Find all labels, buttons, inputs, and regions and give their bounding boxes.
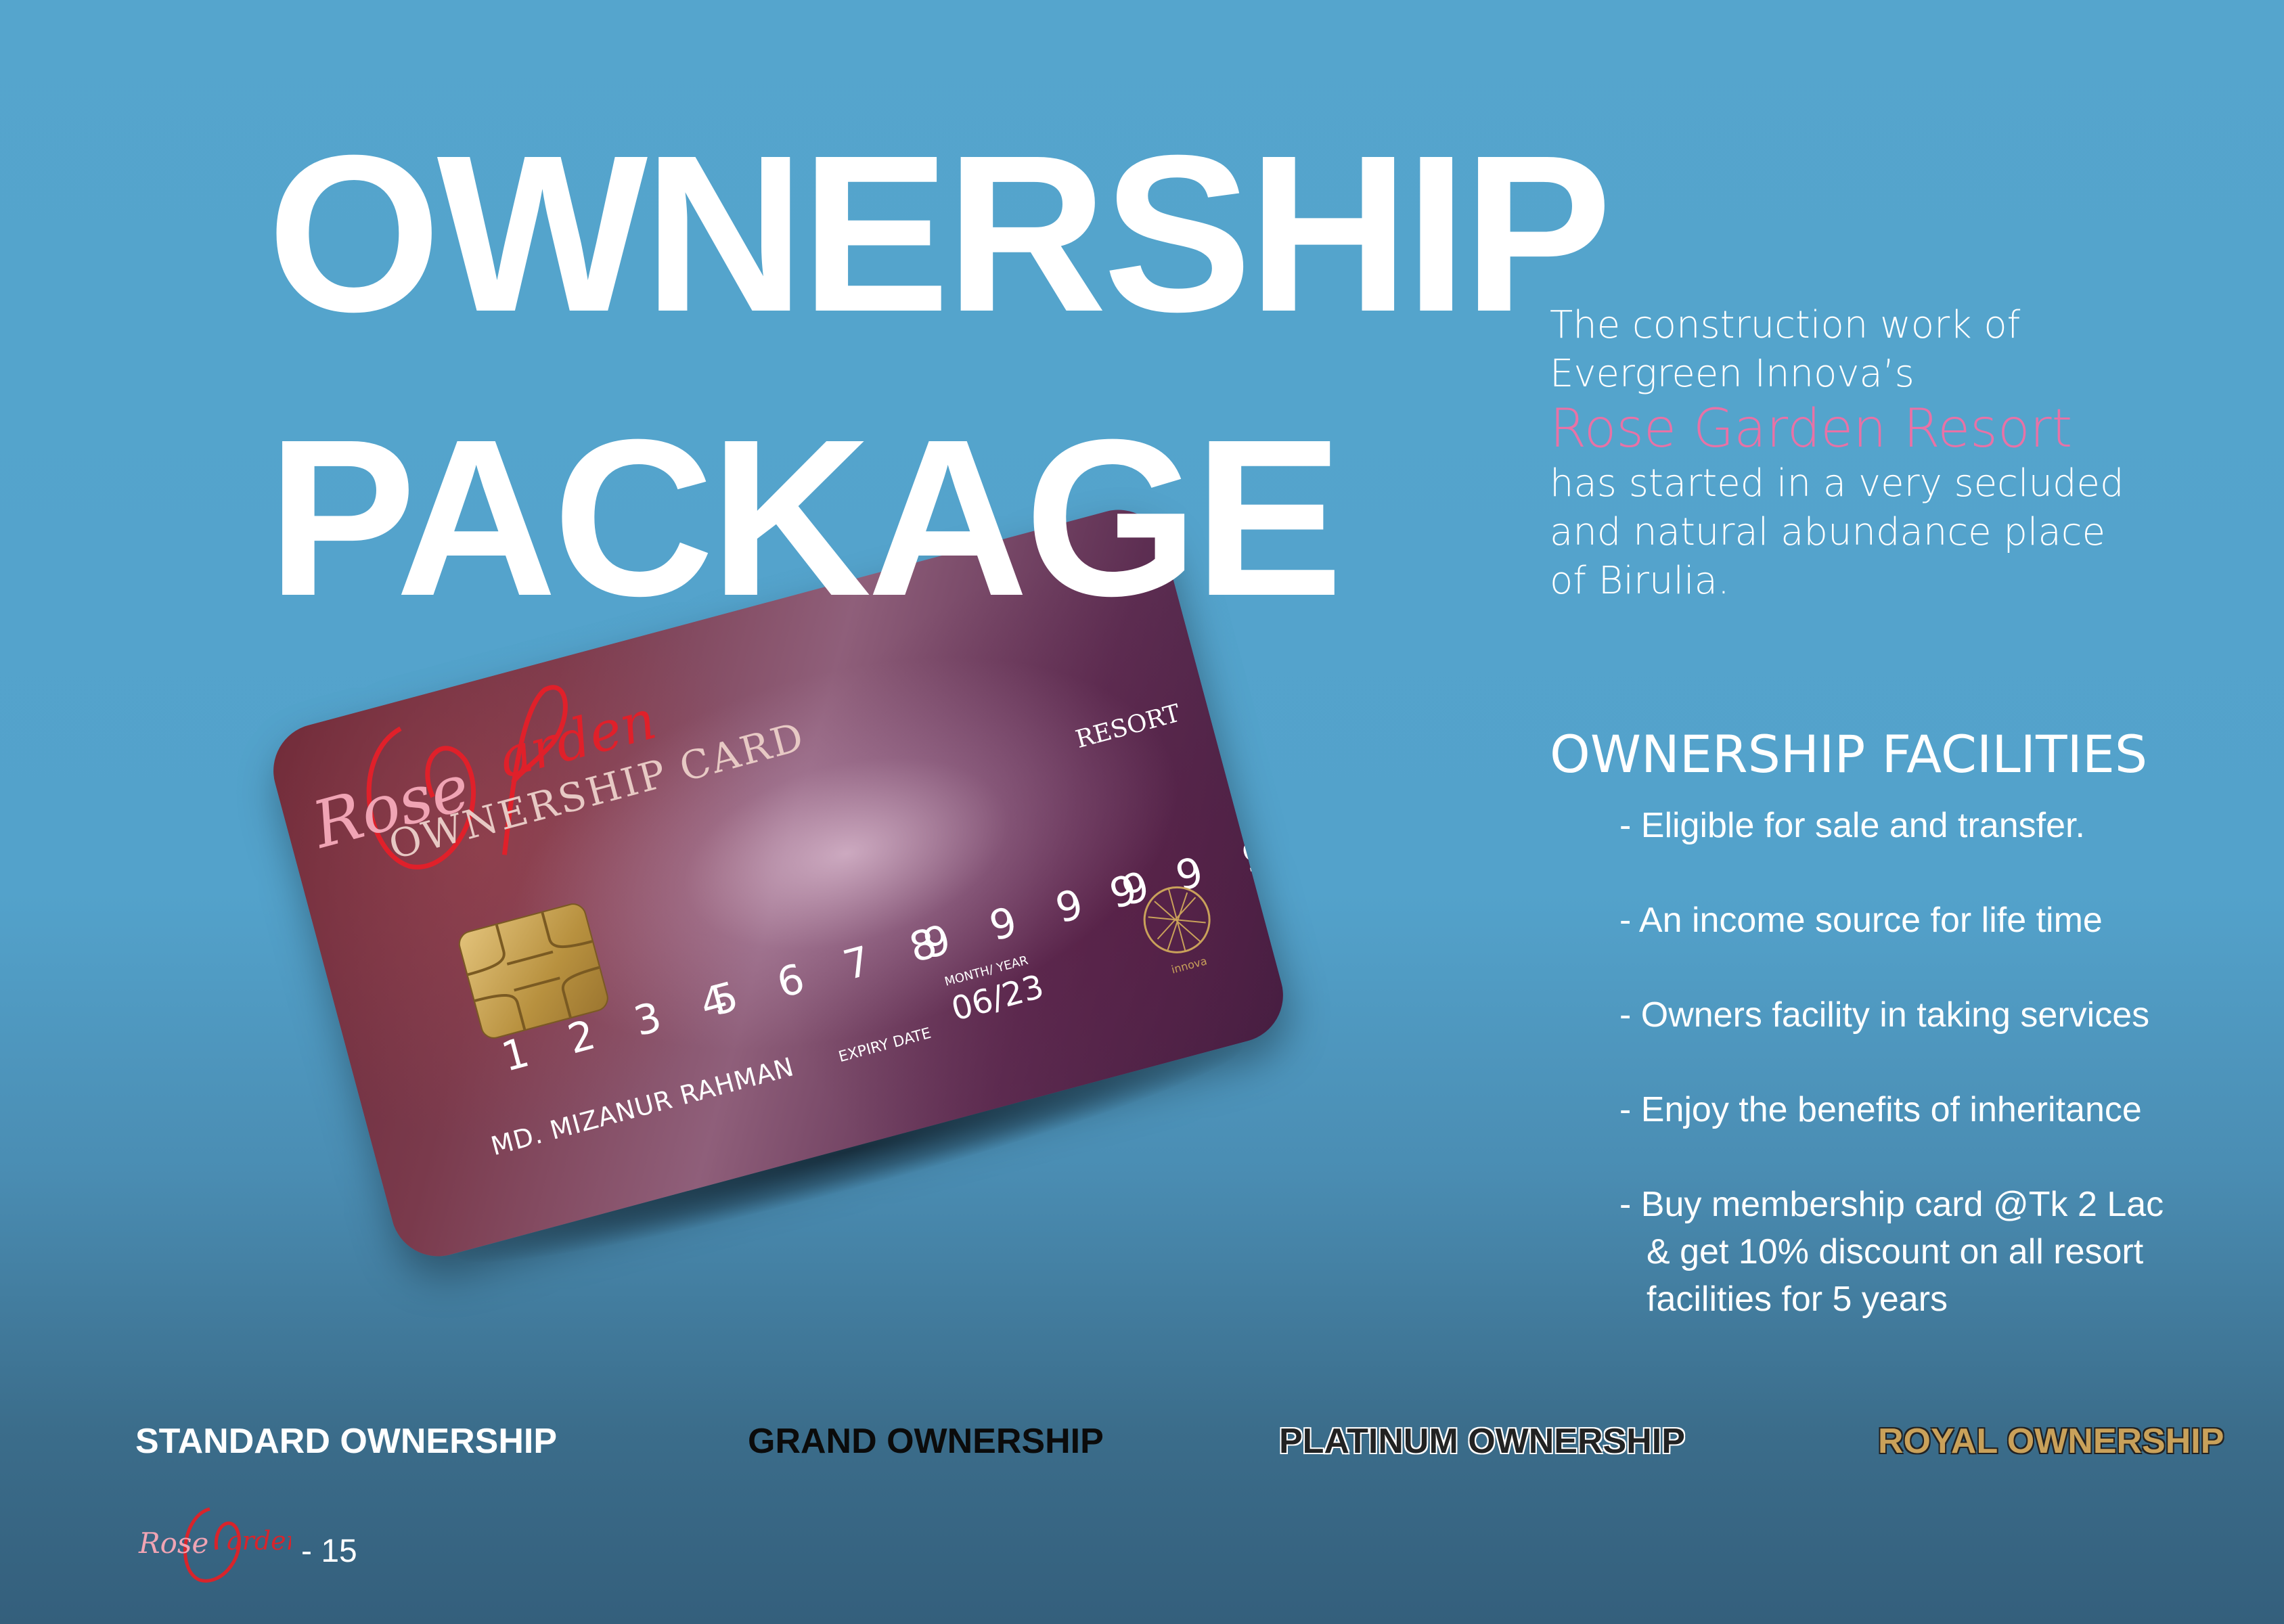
facility-item-line-1: - Buy membership card @Tk 2 Lac xyxy=(1619,1185,2164,1224)
tier-platinum: PLATINUM OWNERSHIP xyxy=(1279,1422,1685,1461)
intro-paragraph: The construction work of Evergreen Innov… xyxy=(1550,301,2226,606)
facility-item-line-3: facilities for 5 years xyxy=(1647,1280,1948,1319)
facilities-title: OWNERSHIP FACILITIES xyxy=(1550,724,2148,784)
intro-highlight: Rose Garden Resort xyxy=(1550,399,2073,459)
page-number: - 15 xyxy=(301,1533,357,1569)
tier-standard: STANDARD OWNERSHIP xyxy=(135,1422,558,1461)
facility-item-line-2: & get 10% discount on all resort xyxy=(1647,1232,2144,1271)
facility-item-membership: - Buy membership card @Tk 2 Lac & get 10… xyxy=(1619,1181,2164,1323)
intro-line-2: Evergreen Innova’s xyxy=(1550,352,1914,396)
footer-logo-garden: arden xyxy=(227,1526,291,1556)
intro-line-1: The construction work of xyxy=(1550,303,2021,347)
facility-item: - Enjoy the benefits of inheritance xyxy=(1619,1090,2142,1129)
page-title-line-1: OWNERSHIP xyxy=(267,108,1612,358)
tier-royal: ROYAL OWNERSHIP xyxy=(1878,1422,2224,1461)
intro-line-3: has started in a very secluded xyxy=(1550,461,2124,505)
footer-logo-rose: Rose xyxy=(138,1527,208,1560)
footer-logo: Rose arden xyxy=(138,1507,291,1583)
page-title-line-2: PACKAGE xyxy=(267,392,1343,642)
facility-item: - An income source for life time xyxy=(1619,901,2103,940)
intro-line-5: of Birulia. xyxy=(1550,559,1730,603)
card-number-group-2: 5 6 7 8 xyxy=(706,916,956,1026)
intro-line-4: and natural abundance place xyxy=(1550,510,2106,554)
card-resort-label: RESORT xyxy=(1073,699,1184,754)
emblem-text: innova xyxy=(1170,954,1209,976)
tier-grand: GRAND OWNERSHIP xyxy=(748,1422,1104,1461)
facility-item: - Eligible for sale and transfer. xyxy=(1619,806,2085,845)
card-expiry-label: EXPIRY DATE xyxy=(836,1024,933,1066)
facility-item: - Owners facility in taking services xyxy=(1619,995,2150,1035)
